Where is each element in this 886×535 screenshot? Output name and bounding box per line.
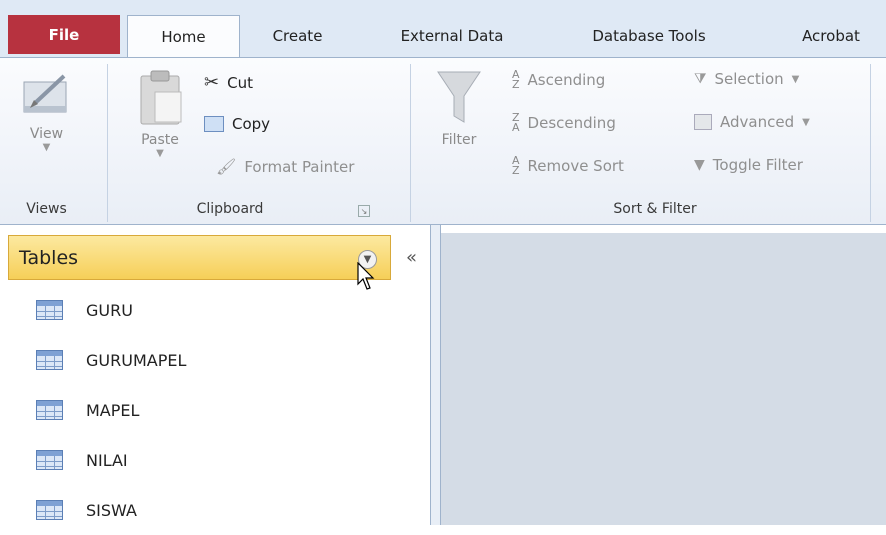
selection-label: Selection xyxy=(714,70,784,88)
group-divider xyxy=(870,64,871,222)
paste-button[interactable]: Paste ▼ xyxy=(128,68,192,159)
group-divider xyxy=(107,64,108,222)
chevron-down-icon: ▼ xyxy=(156,148,164,159)
toggle-filter-button[interactable]: ▼ Toggle Filter xyxy=(694,156,803,174)
chevron-down-icon: ▼ xyxy=(42,142,51,153)
table-name: MAPEL xyxy=(86,400,140,420)
table-icon xyxy=(36,350,63,370)
format-painter-icon: 🖌 xyxy=(216,157,237,176)
tab-create[interactable]: Create xyxy=(245,15,350,57)
toggle-filter-label: Toggle Filter xyxy=(712,156,803,174)
tables-header-label: Tables xyxy=(19,246,79,269)
table-icon xyxy=(36,300,63,320)
ribbon-tab-bar: File Home Create External Data Database … xyxy=(0,0,886,58)
view-button[interactable]: View ▼ xyxy=(14,70,79,153)
remove-sort-label: Remove Sort xyxy=(527,157,624,175)
table-name: GURUMAPEL xyxy=(86,350,187,370)
cut-button[interactable]: ✂ Cut xyxy=(204,72,253,93)
tab-home[interactable]: Home xyxy=(127,15,240,58)
chevron-down-icon: ▼ xyxy=(802,116,810,128)
table-name: GURU xyxy=(86,300,133,320)
list-item[interactable]: GURU xyxy=(0,285,430,335)
paste-label: Paste xyxy=(141,132,179,148)
list-item[interactable]: SISWA xyxy=(0,485,430,535)
ascending-label: Ascending xyxy=(527,71,606,89)
paste-icon xyxy=(140,70,182,125)
copy-button[interactable]: Copy xyxy=(204,115,270,133)
remove-sort-button[interactable]: AZ Remove Sort xyxy=(512,154,624,177)
sort-ascending-icon: AZ xyxy=(512,68,520,91)
filter-label: Filter xyxy=(441,132,477,148)
dialog-launcher-icon[interactable]: ↘ xyxy=(358,205,370,217)
tab-database-tools[interactable]: Database Tools xyxy=(574,15,724,57)
cut-label: Cut xyxy=(227,73,253,92)
copy-label: Copy xyxy=(232,115,271,133)
selection-button[interactable]: ⧩ Selection ▼ xyxy=(694,70,799,88)
format-painter-button[interactable]: 🖌 Format Painter xyxy=(216,157,354,176)
table-name: SISWA xyxy=(86,500,137,520)
pane-splitter[interactable] xyxy=(431,225,441,525)
format-painter-label: Format Painter xyxy=(244,157,355,176)
document-workspace xyxy=(441,233,886,525)
tables-category-header[interactable]: Tables ▼ xyxy=(8,235,391,280)
advanced-filter-icon xyxy=(694,114,712,130)
sort-descending-icon: ZA xyxy=(512,111,520,134)
view-icon xyxy=(23,74,66,113)
mouse-pointer-icon xyxy=(357,262,375,290)
group-label-views: Views xyxy=(26,201,67,217)
table-icon xyxy=(36,400,63,420)
tab-external-data[interactable]: External Data xyxy=(382,15,522,57)
tab-acrobat[interactable]: Acrobat xyxy=(782,15,880,57)
copy-icon xyxy=(204,116,224,132)
filter-button[interactable]: Filter xyxy=(428,68,490,148)
group-label-clipboard: Clipboard xyxy=(196,201,264,217)
list-item[interactable]: MAPEL xyxy=(0,385,430,435)
shutter-bar-collapse-button[interactable]: « xyxy=(397,235,426,280)
table-icon xyxy=(36,450,63,470)
filter-funnel-icon xyxy=(437,71,481,123)
advanced-label: Advanced xyxy=(720,113,795,131)
tab-file[interactable]: File xyxy=(8,15,120,54)
table-name: NILAI xyxy=(86,450,128,470)
list-item[interactable]: NILAI xyxy=(0,435,430,485)
scissors-icon: ✂ xyxy=(204,72,220,93)
ascending-button[interactable]: AZ Ascending xyxy=(512,68,606,91)
view-label: View xyxy=(29,126,64,142)
selection-filter-icon: ⧩ xyxy=(694,71,707,87)
toggle-filter-icon: ▼ xyxy=(694,157,705,173)
group-label-sort-filter: Sort & Filter xyxy=(613,201,697,217)
ribbon: View ▼ Views Paste ▼ ✂ Cut Copy 🖌 Format… xyxy=(0,57,886,225)
advanced-button[interactable]: Advanced ▼ xyxy=(694,113,810,131)
chevron-down-icon: ▼ xyxy=(791,73,800,85)
table-icon xyxy=(36,500,63,520)
group-divider xyxy=(410,64,411,222)
descending-button[interactable]: ZA Descending xyxy=(512,111,616,134)
tables-list: GURU GURUMAPEL MAPEL NILAI SISWA xyxy=(0,285,430,535)
descending-label: Descending xyxy=(527,114,616,132)
list-item[interactable]: GURUMAPEL xyxy=(0,335,430,385)
remove-sort-icon: AZ xyxy=(512,154,520,177)
